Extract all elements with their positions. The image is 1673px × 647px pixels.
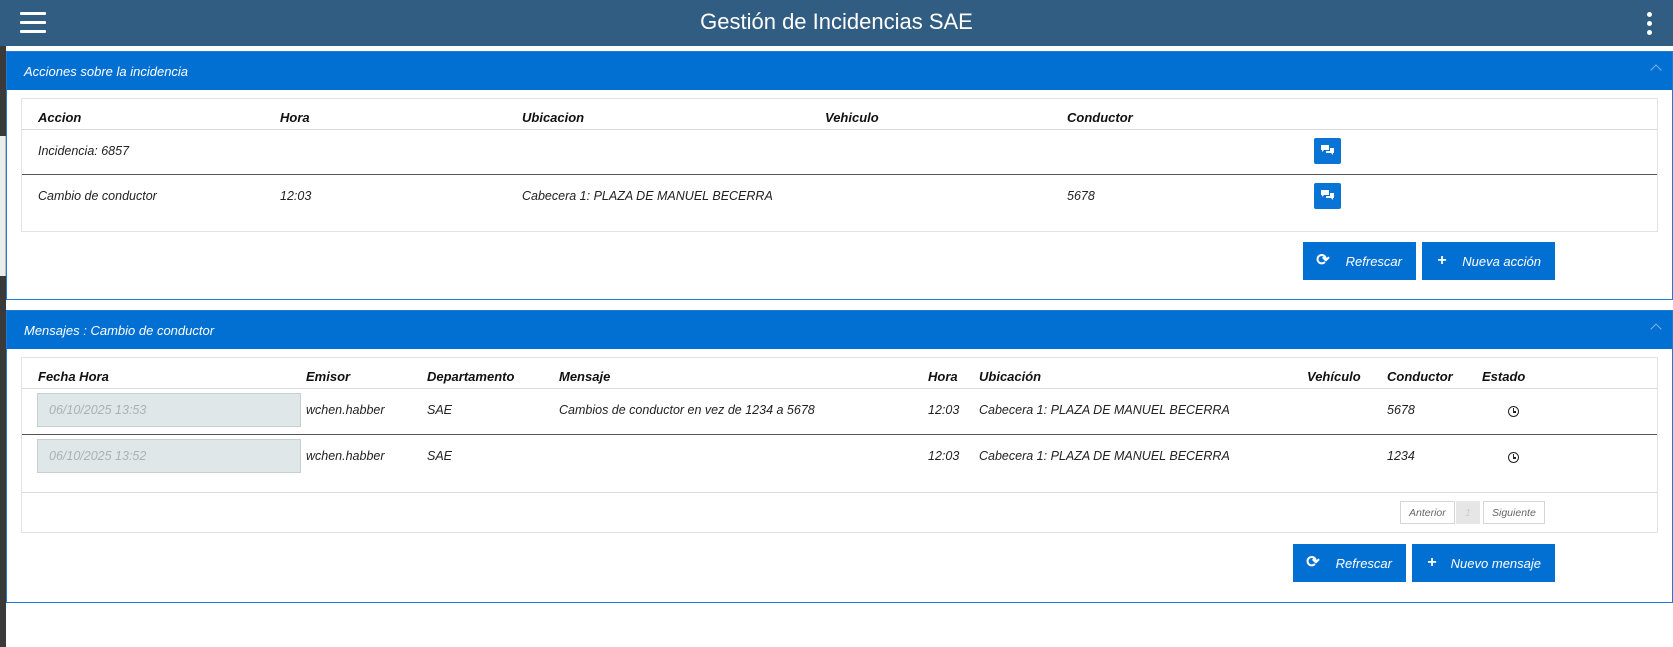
table-row[interactable]: 06/10/2025 13:52 wchen.habber SAE 12:03 …	[22, 435, 1657, 480]
collapse-chevron-icon[interactable]	[1650, 64, 1662, 76]
col-fecha-hora: Fecha Hora	[38, 369, 109, 384]
col-emisor: Emisor	[306, 369, 351, 384]
col-conductor: Conductor	[1067, 110, 1133, 125]
cell-accion: Cambio de conductor	[38, 189, 157, 203]
cell-emisor: wchen.habber	[306, 403, 385, 417]
table-row[interactable]: Cambio de conductor 12:03 Cabecera 1: PL…	[22, 175, 1657, 219]
cell-conductor: 1234	[1387, 449, 1415, 463]
pager-previous[interactable]: Anterior	[1400, 501, 1455, 524]
refresh-actions-button[interactable]: ⟳ Refrescar	[1303, 242, 1416, 280]
plus-icon: +	[1427, 554, 1437, 571]
mensajes-panel-header[interactable]: Mensajes : Cambio de conductor	[7, 311, 1672, 349]
col-ubicacion: Ubicación	[979, 369, 1042, 384]
cell-departamento: SAE	[427, 449, 453, 463]
refresh-icon: ⟳	[1306, 554, 1320, 571]
cell-accion: Incidencia: 6857	[38, 144, 130, 158]
refresh-icon: ⟳	[1316, 252, 1330, 269]
col-ubicacion: Ubicacion	[522, 110, 585, 125]
col-mensaje: Mensaje	[559, 369, 611, 384]
chat-bubbles-icon	[1321, 190, 1334, 200]
cell-hora: 12:03	[928, 403, 960, 417]
col-conductor: Conductor	[1387, 369, 1453, 384]
acciones-table: Accion Hora Ubicacion Vehiculo Conductor…	[21, 98, 1658, 232]
cell-ubicacion: Cabecera 1: PLAZA DE MANUEL BECERRA	[979, 403, 1230, 417]
clock-icon	[1508, 406, 1519, 417]
mensajes-table: Fecha Hora Emisor Departamento Mensaje H…	[21, 357, 1658, 533]
col-hora: Hora	[928, 369, 958, 384]
col-departamento: Departamento	[427, 369, 515, 384]
cell-conductor: 5678	[1387, 403, 1415, 417]
clock-icon	[1508, 452, 1519, 463]
acciones-panel: Acciones sobre la incidencia Accion Hora…	[6, 51, 1673, 300]
cell-conductor: 5678	[1067, 189, 1095, 203]
fecha-hora-field[interactable]: 06/10/2025 13:53	[37, 393, 301, 427]
new-action-button[interactable]: + Nueva acción	[1422, 242, 1555, 280]
collapse-chevron-icon[interactable]	[1650, 323, 1662, 335]
chat-bubbles-icon	[1321, 145, 1334, 155]
cell-emisor: wchen.habber	[306, 449, 385, 463]
pager-page-number[interactable]: 1	[1456, 501, 1480, 524]
mensajes-panel: Mensajes : Cambio de conductor Fecha Hor…	[6, 310, 1673, 603]
cell-ubicacion: Cabecera 1: PLAZA DE MANUEL BECERRA	[979, 449, 1230, 463]
cell-departamento: SAE	[427, 403, 453, 417]
acciones-panel-title: Acciones sobre la incidencia	[24, 64, 189, 79]
table-row[interactable]: 06/10/2025 13:53 wchen.habber SAE Cambio…	[22, 389, 1657, 434]
acciones-panel-header[interactable]: Acciones sobre la incidencia	[7, 52, 1672, 90]
new-message-button[interactable]: + Nuevo mensaje	[1412, 544, 1555, 582]
messages-button[interactable]	[1314, 183, 1341, 209]
col-estado: Estado	[1482, 369, 1526, 384]
fecha-hora-field[interactable]: 06/10/2025 13:52	[37, 439, 301, 473]
app-title: Gestión de Incidencias SAE	[700, 9, 973, 34]
cell-hora: 12:03	[280, 189, 312, 203]
col-vehiculo: Vehículo	[1307, 369, 1361, 384]
cell-mensaje: Cambios de conductor en vez de 1234 a 56…	[559, 403, 815, 417]
pager-next[interactable]: Siguiente	[1483, 501, 1545, 524]
cell-ubicacion: Cabecera 1: PLAZA DE MANUEL BECERRA	[522, 189, 773, 203]
pager-divider	[22, 492, 1657, 493]
messages-button[interactable]	[1314, 138, 1341, 164]
drag-handle-icon[interactable]	[832, 36, 852, 51]
more-options-icon[interactable]	[1647, 12, 1653, 36]
col-accion: Accion	[38, 110, 82, 125]
col-hora: Hora	[280, 110, 310, 125]
table-row[interactable]: Incidencia: 6857	[22, 130, 1657, 174]
app-header: Gestión de Incidencias SAE	[0, 0, 1673, 51]
cell-hora: 12:03	[928, 449, 960, 463]
plus-icon: +	[1437, 252, 1447, 269]
mensajes-panel-title: Mensajes : Cambio de conductor	[24, 323, 215, 338]
col-vehiculo: Vehiculo	[825, 110, 879, 125]
refresh-messages-button[interactable]: ⟳ Refrescar	[1293, 544, 1406, 582]
